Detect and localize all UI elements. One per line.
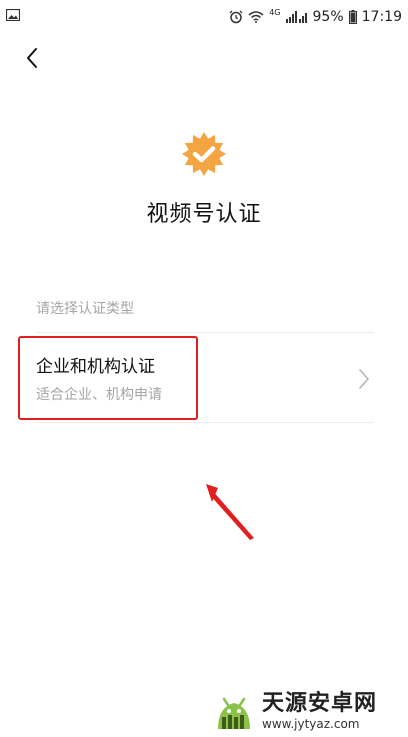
option-subtitle: 适合企业、机构申请 — [36, 387, 162, 403]
divider-top — [36, 332, 374, 333]
signal-icon — [285, 11, 308, 23]
watermark-name: 天源安卓网 — [262, 691, 378, 716]
back-button[interactable] — [14, 42, 50, 78]
network-type: 4G — [269, 8, 281, 17]
page-title: 视频号认证 — [146, 202, 262, 227]
verified-badge-icon — [176, 126, 232, 182]
chevron-right-icon — [358, 368, 370, 394]
divider-bottom — [36, 422, 374, 423]
watermark: 天源安卓网 www.jytyaz.com — [210, 686, 408, 736]
battery-percent: 95% — [312, 9, 344, 25]
alarm-icon — [229, 10, 243, 24]
option-enterprise-verification[interactable]: 企业和机构认证 适合企业、机构申请 — [20, 336, 374, 422]
clock-time: 17:19 — [361, 9, 402, 25]
battery-icon — [348, 10, 357, 24]
gallery-notification-icon — [5, 8, 21, 25]
wifi-icon — [248, 11, 264, 23]
back-chevron-icon — [25, 47, 39, 73]
watermark-url: www.jytyaz.com — [262, 717, 360, 731]
android-logo-icon — [210, 685, 258, 737]
status-right: 4G 95% 17:19 — [229, 9, 402, 25]
watermark-text: 天源安卓网 www.jytyaz.com — [262, 691, 377, 731]
status-left — [5, 8, 21, 25]
option-title: 企业和机构认证 — [36, 357, 155, 377]
pointer-arrow-icon — [206, 480, 260, 546]
section-label: 请选择认证类型 — [36, 301, 134, 317]
status-bar: 4G 95% 17:19 — [0, 0, 408, 34]
